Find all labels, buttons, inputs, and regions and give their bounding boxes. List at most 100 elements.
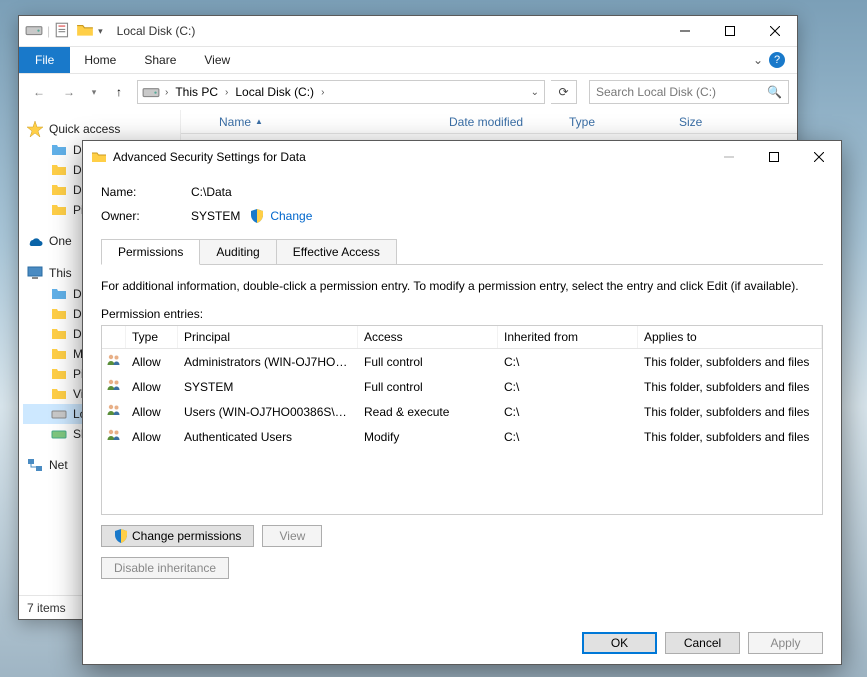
- column-icon[interactable]: [102, 326, 126, 348]
- tab-auditing[interactable]: Auditing: [199, 239, 276, 264]
- forward-button[interactable]: →: [57, 80, 81, 104]
- entry-type: Allow: [126, 378, 178, 396]
- ribbon-expand-icon[interactable]: ⌄: [753, 53, 763, 67]
- quick-access-icon: [27, 121, 43, 137]
- close-button[interactable]: [796, 142, 841, 172]
- view-button: View: [262, 525, 322, 547]
- music-icon: [51, 346, 67, 362]
- back-button[interactable]: ←: [27, 80, 51, 104]
- network-icon: [27, 457, 43, 473]
- chevron-right-icon[interactable]: ›: [318, 87, 327, 98]
- cancel-button[interactable]: Cancel: [665, 632, 740, 654]
- drive-icon: [142, 83, 160, 101]
- sidebar-quick-access[interactable]: Quick access: [23, 118, 176, 140]
- entry-principal: Authenticated Users: [178, 428, 358, 446]
- column-principal[interactable]: Principal: [178, 326, 358, 348]
- file-tab[interactable]: File: [19, 47, 70, 73]
- drive-icon: [51, 406, 67, 422]
- qat-dropdown-icon[interactable]: ▾: [98, 26, 103, 37]
- share-tab[interactable]: Share: [130, 47, 190, 73]
- column-size[interactable]: Size: [671, 115, 710, 129]
- ok-button[interactable]: OK: [582, 632, 657, 654]
- entry-principal: Administrators (WIN-OJ7HO0...: [178, 353, 358, 371]
- search-placeholder: Search Local Disk (C:): [596, 85, 716, 99]
- entry-access: Read & execute: [358, 403, 498, 421]
- maximize-icon: [725, 26, 735, 36]
- column-headers: Name▲ Date modified Type Size: [181, 110, 797, 134]
- help-icon[interactable]: ?: [769, 52, 785, 68]
- column-applies[interactable]: Applies to: [638, 326, 822, 348]
- maximize-button[interactable]: [707, 16, 752, 46]
- minimize-button[interactable]: [662, 16, 707, 46]
- owner-value: SYSTEM: [191, 209, 240, 223]
- permission-row[interactable]: AllowAuthenticated UsersModifyC:\This fo…: [102, 424, 822, 449]
- change-permissions-button[interactable]: Change permissions: [101, 525, 254, 547]
- history-dropdown-icon[interactable]: ⌄: [528, 87, 542, 98]
- change-owner-link[interactable]: Change: [270, 209, 312, 223]
- permission-row[interactable]: AllowAdministrators (WIN-OJ7HO0...Full c…: [102, 349, 822, 374]
- column-inherited[interactable]: Inherited from: [498, 326, 638, 348]
- entry-applies: This folder, subfolders and files: [638, 428, 822, 446]
- folder-icon: [51, 286, 67, 302]
- entry-principal: SYSTEM: [178, 378, 358, 396]
- minimize-icon: [680, 26, 690, 36]
- tab-strip: Permissions Auditing Effective Access: [101, 239, 823, 265]
- entry-access: Modify: [358, 428, 498, 446]
- videos-icon: [51, 386, 67, 402]
- hint-text: For additional information, double-click…: [101, 279, 823, 293]
- maximize-button[interactable]: [751, 142, 796, 172]
- column-name[interactable]: Name▲: [211, 115, 441, 129]
- search-input[interactable]: Search Local Disk (C:) 🔍: [589, 80, 789, 104]
- shield-icon: [250, 209, 264, 223]
- folder-icon: [51, 202, 67, 218]
- up-button[interactable]: ↑: [107, 80, 131, 104]
- minimize-icon: [724, 152, 734, 162]
- recent-dropdown[interactable]: ▾: [87, 80, 101, 104]
- entry-access: Full control: [358, 353, 498, 371]
- refresh-button[interactable]: ⟳: [551, 80, 577, 104]
- folder-icon: [51, 326, 67, 342]
- chevron-right-icon[interactable]: ›: [162, 87, 171, 98]
- users-icon: [102, 375, 126, 398]
- explorer-titlebar[interactable]: | ▾ Local Disk (C:): [19, 16, 797, 46]
- close-button[interactable]: [752, 16, 797, 46]
- entry-inherited: C:\: [498, 428, 638, 446]
- close-icon: [770, 26, 780, 36]
- close-icon: [814, 152, 824, 162]
- permission-row[interactable]: AllowSYSTEMFull controlC:\This folder, s…: [102, 374, 822, 399]
- separator: |: [47, 24, 50, 38]
- owner-label: Owner:: [101, 209, 191, 223]
- new-folder-icon[interactable]: [76, 21, 94, 42]
- column-type[interactable]: Type: [126, 326, 178, 348]
- folder-icon: [51, 182, 67, 198]
- permission-row[interactable]: AllowUsers (WIN-OJ7HO00386S\Us...Read & …: [102, 399, 822, 424]
- disable-inheritance-button: Disable inheritance: [101, 557, 229, 579]
- window-title: Local Disk (C:): [117, 24, 196, 38]
- properties-icon[interactable]: [54, 21, 72, 42]
- navigation-row: ← → ▾ ↑ › This PC › Local Disk (C:) › ⌄ …: [19, 74, 797, 110]
- entry-applies: This folder, subfolders and files: [638, 378, 822, 396]
- breadcrumb-local-disk[interactable]: Local Disk (C:): [231, 85, 318, 99]
- entry-applies: This folder, subfolders and files: [638, 403, 822, 421]
- tab-effective-access[interactable]: Effective Access: [276, 239, 397, 264]
- home-tab[interactable]: Home: [70, 47, 130, 73]
- entry-inherited: C:\: [498, 378, 638, 396]
- folder-icon: [51, 162, 67, 178]
- dialog-titlebar[interactable]: Advanced Security Settings for Data: [83, 141, 841, 173]
- breadcrumb-this-pc[interactable]: This PC: [171, 85, 222, 99]
- column-access[interactable]: Access: [358, 326, 498, 348]
- chevron-right-icon[interactable]: ›: [222, 87, 231, 98]
- name-value: C:\Data: [191, 185, 232, 199]
- column-type[interactable]: Type: [561, 115, 671, 129]
- view-tab[interactable]: View: [190, 47, 244, 73]
- entry-type: Allow: [126, 353, 178, 371]
- tab-permissions[interactable]: Permissions: [101, 239, 200, 265]
- column-date[interactable]: Date modified: [441, 115, 561, 129]
- address-bar[interactable]: › This PC › Local Disk (C:) › ⌄: [137, 80, 545, 104]
- entry-inherited: C:\: [498, 353, 638, 371]
- ribbon: File Home Share View ⌄ ?: [19, 46, 797, 74]
- maximize-icon: [769, 152, 779, 162]
- onedrive-icon: [27, 233, 43, 249]
- security-dialog: Advanced Security Settings for Data Name…: [82, 140, 842, 665]
- computer-icon: [27, 265, 43, 281]
